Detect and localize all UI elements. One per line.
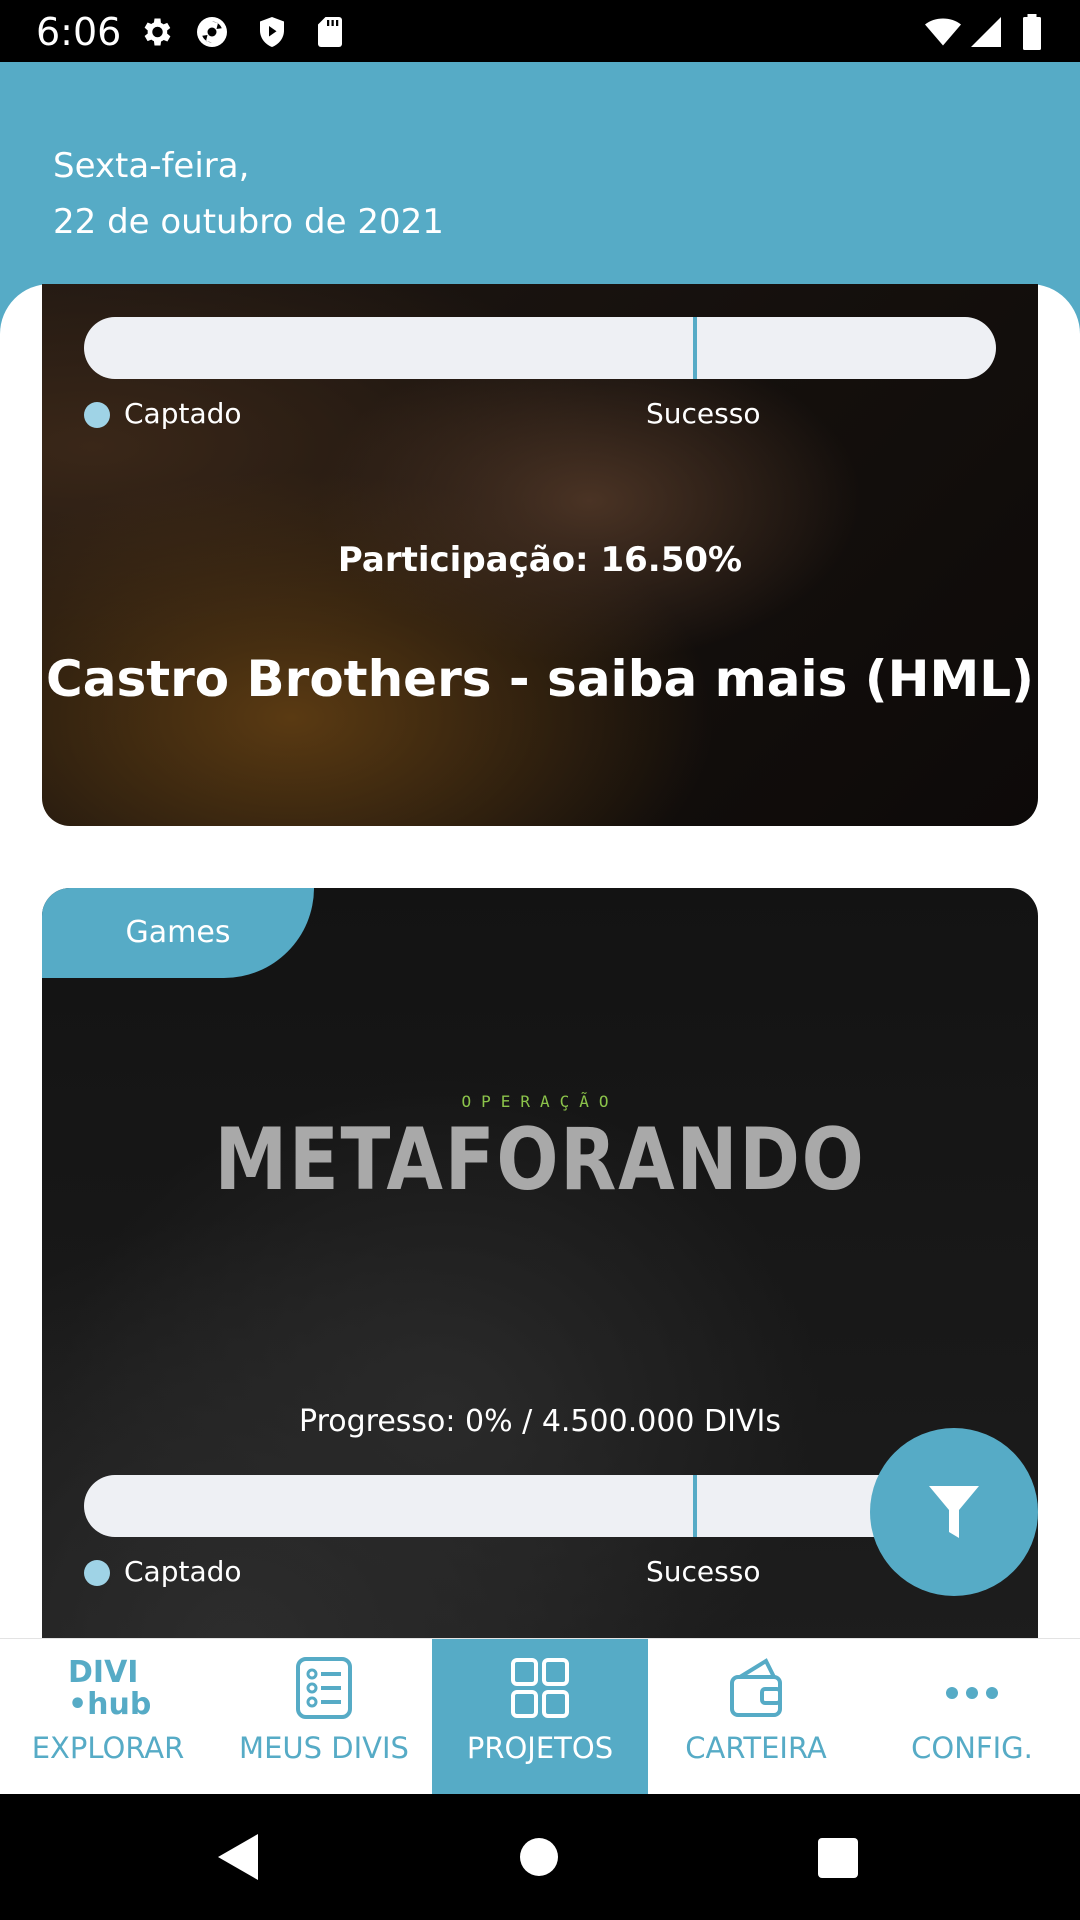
date-full: 22 de outubro de 2021 [53,202,444,242]
divihub-logo-line1: DIVI [68,1655,139,1690]
nav-meus-divis[interactable]: MEUS DIVIS [216,1639,432,1795]
signal-icon [971,17,1001,47]
nav-label: EXPLORAR [31,1731,185,1765]
nav-explorar[interactable]: DIVI •hub EXPLORAR [0,1639,216,1795]
nav-projetos[interactable]: PROJETOS [432,1639,648,1795]
success-marker [693,1475,697,1537]
filter-button[interactable] [870,1428,1038,1596]
sync-icon [197,17,227,47]
nav-label: MEUS DIVIS [239,1731,409,1765]
wallet-icon [730,1658,782,1717]
divihub-logo: DIVI •hub [68,1657,158,1721]
project-logo: METAFORANDO [214,1110,866,1210]
success-marker [693,317,697,379]
recents-icon[interactable] [818,1838,858,1878]
captado-dot [84,1560,110,1586]
filter-icon [929,1486,979,1538]
list-icon [296,1657,352,1719]
project-card-castro-brothers[interactable]: Captado Sucesso Participação: 16.50% Cas… [42,284,1038,826]
nav-carteira[interactable]: CARTEIRA [648,1639,864,1795]
shield-play-icon [260,17,284,47]
legend-captado: Captado [124,397,242,430]
project-title[interactable]: Castro Brothers - saiba mais (HML) [42,650,1038,708]
date-weekday: Sexta-feira, [53,146,250,186]
sd-card-icon [318,17,342,47]
legend-sucesso: Sucesso [646,1555,761,1588]
progress-text: Progresso: 0% / 4.500.000 DIVIs [299,1404,781,1439]
participation-text: Participação: 16.50% [337,540,743,580]
progress-bar [84,317,996,379]
more-icon [946,1687,998,1699]
nav-config[interactable]: CONFIG. [864,1639,1080,1795]
home-icon[interactable] [520,1838,558,1876]
captado-dot [84,402,110,428]
back-icon[interactable] [218,1834,258,1880]
category-badge: Games [42,888,314,978]
gear-icon [144,18,171,46]
nav-label: CONFIG. [911,1731,1033,1765]
system-navigation-bar [0,1794,1080,1920]
legend-sucesso: Sucesso [646,397,761,430]
logo-subtitle: OPERAÇÃO [461,1092,619,1111]
nav-label: PROJETOS [466,1731,614,1765]
status-time: 6:06 [36,10,122,54]
status-bar: 6:06 [0,0,1080,62]
progress-bar [84,1475,996,1537]
bottom-navigation: DIVI •hub EXPLORAR MEUS DIVIS PROJETOS C… [0,1638,1080,1795]
wifi-icon [925,18,961,46]
nav-label: CARTEIRA [685,1731,827,1765]
grid-icon [511,1658,569,1718]
legend-captado: Captado [124,1555,242,1588]
battery-icon [1023,14,1041,50]
divihub-logo-line2: •hub [68,1687,152,1722]
